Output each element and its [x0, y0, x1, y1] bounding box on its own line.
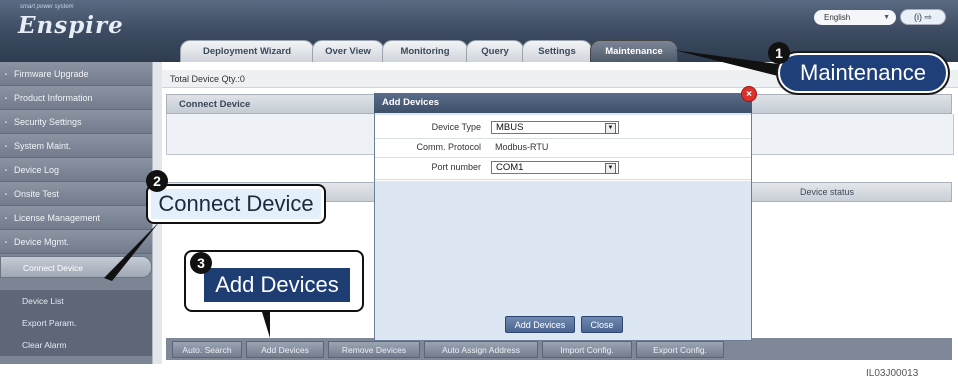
figure-code: IL03J00013: [866, 368, 919, 379]
callout-line-connect-device: [104, 221, 160, 281]
callout-connect-device: Connect Device: [151, 189, 321, 219]
callout-maintenance: Maintenance: [778, 53, 948, 93]
callout-add-devices: Add Devices: [204, 268, 350, 302]
step-1-badge: 1: [768, 42, 790, 64]
callout-line-maintenance: [674, 50, 778, 76]
callout-line-add-devices: [262, 312, 270, 338]
step-2-badge: 2: [146, 170, 168, 192]
step-3-badge: 3: [190, 252, 212, 274]
